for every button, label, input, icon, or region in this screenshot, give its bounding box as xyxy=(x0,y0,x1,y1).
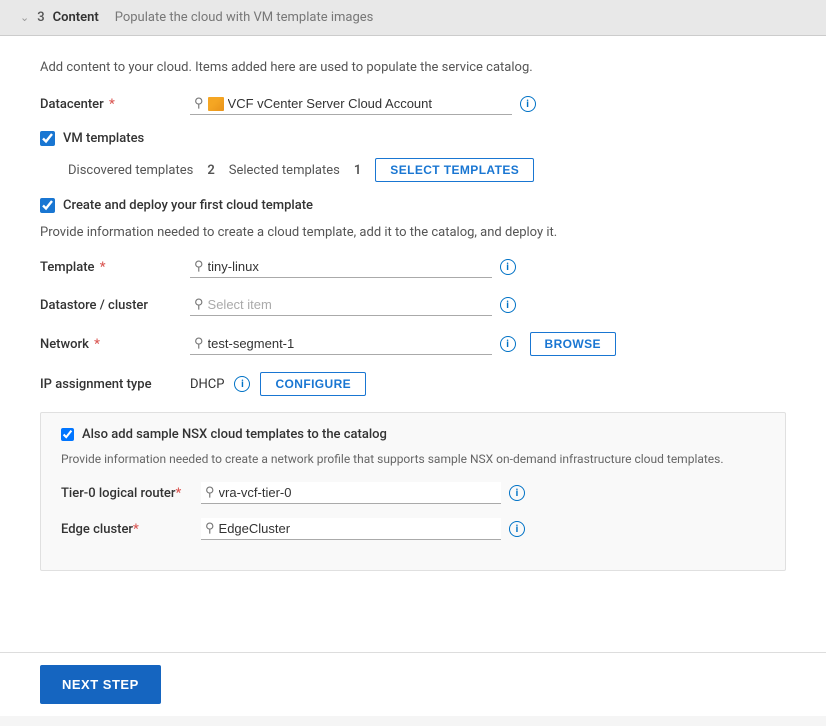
dhcp-value: DHCP xyxy=(190,377,224,392)
create-deploy-checkbox[interactable] xyxy=(40,198,55,213)
nsx-description: Provide information needed to create a n… xyxy=(61,450,765,468)
network-field-row: Network * ⚲ i BROWSE xyxy=(40,332,786,356)
tier0-input-wrap: ⚲ i xyxy=(201,482,765,504)
template-field-row: Template * ⚲ i xyxy=(40,256,786,278)
create-deploy-label[interactable]: Create and deploy your first cloud templ… xyxy=(63,198,313,213)
nsx-subsection: Also add sample NSX cloud templates to t… xyxy=(40,412,786,571)
edge-cluster-search-input[interactable]: ⚲ xyxy=(201,518,501,540)
datastore-input-wrap: ⚲ i xyxy=(190,294,786,316)
edge-cluster-search-icon: ⚲ xyxy=(205,521,215,536)
templates-count-row: Discovered templates 2 Selected template… xyxy=(68,158,786,182)
template-input-wrap: ⚲ i xyxy=(190,256,786,278)
datastore-field-row: Datastore / cluster ⚲ i xyxy=(40,294,786,316)
nsx-checkbox-row: Also add sample NSX cloud templates to t… xyxy=(61,427,765,442)
edge-cluster-label: Edge cluster* xyxy=(61,522,191,537)
datastore-search-input[interactable]: ⚲ xyxy=(190,294,492,316)
vm-templates-checkbox-row: VM templates xyxy=(40,131,786,146)
discovered-label: Discovered templates xyxy=(68,163,193,178)
datacenter-field-row: Datacenter * ⚲ i xyxy=(40,93,786,115)
ip-assignment-field-row: IP assignment type DHCP i CONFIGURE xyxy=(40,372,786,396)
datacenter-label: Datacenter * xyxy=(40,97,180,112)
tier0-info-icon[interactable]: i xyxy=(509,485,525,501)
network-search-input[interactable]: ⚲ xyxy=(190,333,492,355)
next-step-button[interactable]: NEXT STEP xyxy=(40,665,161,704)
chevron-icon: ⌄ xyxy=(20,11,29,24)
create-deploy-checkbox-row: Create and deploy your first cloud templ… xyxy=(40,198,786,213)
step-title: Content xyxy=(53,10,99,25)
template-info-icon[interactable]: i xyxy=(500,259,516,275)
template-search-icon: ⚲ xyxy=(194,259,204,274)
template-search-input[interactable]: ⚲ xyxy=(190,256,492,278)
tier0-search-icon: ⚲ xyxy=(205,485,215,500)
tier0-search-input[interactable]: ⚲ xyxy=(201,482,501,504)
ip-assignment-wrap: DHCP i CONFIGURE xyxy=(190,372,786,396)
select-templates-button[interactable]: SELECT TEMPLATES xyxy=(375,158,534,182)
edge-cluster-field-row: Edge cluster* ⚲ i xyxy=(61,518,765,540)
datacenter-info-icon[interactable]: i xyxy=(520,96,536,112)
step-header: ⌄ 3 Content Populate the cloud with VM t… xyxy=(0,0,826,36)
edge-cluster-input-wrap: ⚲ i xyxy=(201,518,765,540)
datacenter-icon xyxy=(208,97,224,111)
datastore-info-icon[interactable]: i xyxy=(500,297,516,313)
discovered-count: 2 xyxy=(207,163,214,178)
edge-cluster-input[interactable] xyxy=(219,521,459,536)
section-subtext: Provide information needed to create a c… xyxy=(40,225,786,240)
search-icon: ⚲ xyxy=(194,96,204,111)
edge-cluster-info-icon[interactable]: i xyxy=(509,521,525,537)
bottom-bar: NEXT STEP xyxy=(0,652,826,716)
datacenter-search-input[interactable]: ⚲ xyxy=(190,93,512,115)
vm-templates-label[interactable]: VM templates xyxy=(63,131,144,146)
template-label: Template * xyxy=(40,260,180,275)
network-input-wrap: ⚲ i BROWSE xyxy=(190,332,786,356)
nsx-checkbox-label[interactable]: Also add sample NSX cloud templates to t… xyxy=(82,427,387,442)
selected-label: Selected templates xyxy=(229,163,340,178)
selected-count: 1 xyxy=(354,163,361,178)
vm-templates-checkbox[interactable] xyxy=(40,131,55,146)
ip-info-icon[interactable]: i xyxy=(234,376,250,392)
intro-text: Add content to your cloud. Items added h… xyxy=(40,60,786,75)
datastore-search-icon: ⚲ xyxy=(194,297,204,312)
tier0-label: Tier-0 logical router* xyxy=(61,486,191,501)
ip-assignment-label: IP assignment type xyxy=(40,377,180,392)
main-content: Add content to your cloud. Items added h… xyxy=(0,36,826,652)
browse-button[interactable]: BROWSE xyxy=(530,332,616,356)
step-description: Populate the cloud with VM template imag… xyxy=(115,10,374,25)
network-search-icon: ⚲ xyxy=(194,336,204,351)
network-info-icon[interactable]: i xyxy=(500,336,516,352)
datacenter-input-wrap: ⚲ i xyxy=(190,93,786,115)
template-input[interactable] xyxy=(208,259,488,274)
tier0-field-row: Tier-0 logical router* ⚲ i xyxy=(61,482,765,504)
network-label: Network * xyxy=(40,337,180,352)
step-number: 3 xyxy=(37,10,44,25)
datacenter-input[interactable] xyxy=(228,96,508,111)
configure-button[interactable]: CONFIGURE xyxy=(260,372,366,396)
network-input[interactable] xyxy=(208,336,488,351)
tier0-input[interactable] xyxy=(219,485,459,500)
datastore-input[interactable] xyxy=(208,297,488,312)
nsx-checkbox[interactable] xyxy=(61,428,74,441)
datastore-label: Datastore / cluster xyxy=(40,298,180,313)
